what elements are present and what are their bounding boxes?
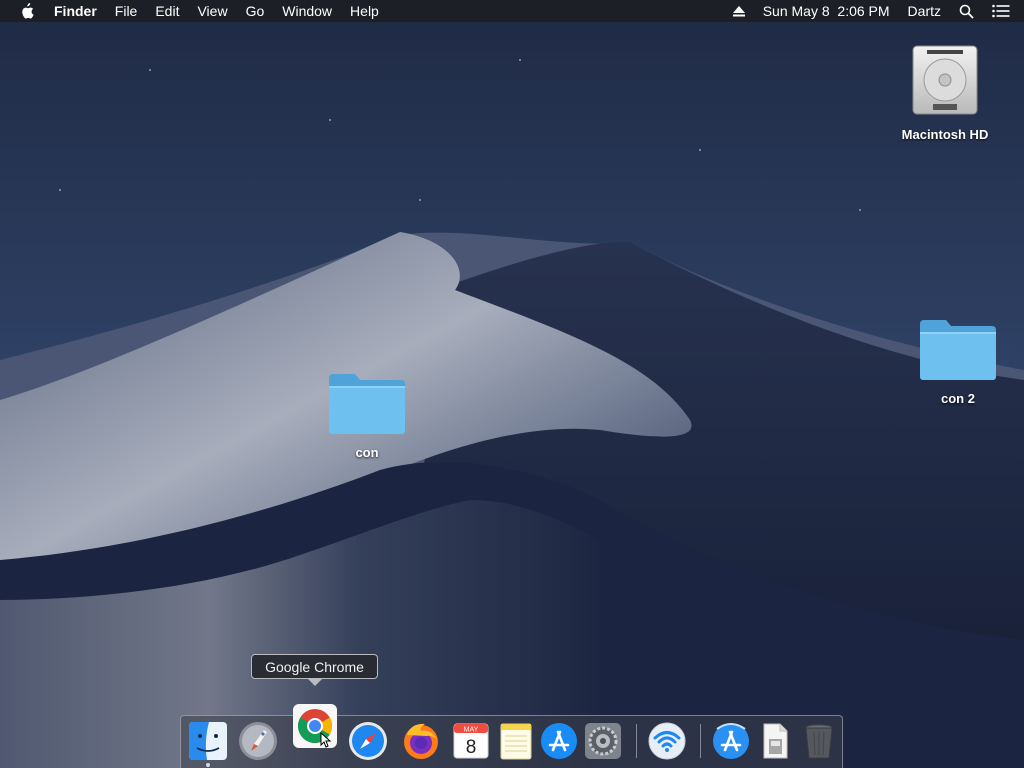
dock: MAY 8 — [180, 704, 843, 768]
apple-menu-icon[interactable] — [0, 0, 54, 22]
desktop-icon-label: con — [355, 445, 379, 460]
desktop-icon-label: con 2 — [941, 391, 975, 406]
dock-item-app-store[interactable] — [539, 721, 579, 761]
folder-icon — [920, 320, 996, 380]
dock-item-document[interactable] — [755, 721, 795, 761]
notes-icon — [500, 723, 532, 760]
mouse-cursor-icon — [320, 732, 332, 748]
clock-datetime[interactable]: Sun May 8 2:06 PM — [754, 0, 899, 22]
trash-icon — [805, 724, 833, 759]
dock-separator — [700, 724, 701, 758]
desktop: Finder File Edit View Go Window Help Sun… — [0, 0, 1024, 768]
eject-icon[interactable] — [724, 5, 754, 17]
wifi-icon — [648, 722, 686, 760]
dock-item-trash[interactable] — [799, 721, 839, 761]
dock-item-launchpad[interactable] — [238, 721, 278, 761]
calendar-month: MAY — [464, 727, 479, 734]
folder-icon — [329, 374, 405, 434]
launchpad-icon — [239, 722, 277, 760]
calendar-icon: MAY 8 — [453, 723, 489, 759]
dock-item-calendar[interactable]: MAY 8 — [451, 721, 491, 761]
menu-edit[interactable]: Edit — [146, 0, 188, 22]
firefox-icon — [404, 723, 438, 759]
dock-item-safari[interactable] — [348, 721, 388, 761]
running-indicator — [206, 763, 210, 767]
hard-drive-icon — [912, 45, 978, 115]
menu-bar-status: Sun May 8 2:06 PM Dartz — [724, 0, 1024, 22]
dock-item-google-chrome[interactable] — [293, 704, 337, 748]
menu-file[interactable]: File — [106, 0, 147, 22]
menu-go[interactable]: Go — [237, 0, 274, 22]
finder-icon — [189, 722, 227, 760]
menu-view[interactable]: View — [188, 0, 236, 22]
dock-item-finder[interactable] — [188, 721, 228, 761]
wallpaper-dunes — [0, 0, 1024, 768]
apple-logo-icon — [22, 3, 34, 19]
desktop-icon-label: Macintosh HD — [901, 127, 989, 142]
spotlight-search-icon[interactable] — [950, 4, 983, 19]
app-store-icon — [541, 723, 577, 759]
menu-bar: Finder File Edit View Go Window Help Sun… — [0, 0, 1024, 22]
desktop-icon-macintosh-hd[interactable]: Macintosh HD — [890, 42, 1000, 142]
dock-tooltip: Google Chrome — [251, 654, 378, 679]
dock-item-wireless-diagnostics[interactable] — [647, 721, 687, 761]
desktop-icon-con[interactable]: con — [317, 372, 417, 460]
dock-item-notes[interactable] — [496, 721, 536, 761]
safari-icon — [349, 722, 387, 760]
menu-help[interactable]: Help — [341, 0, 388, 22]
dock-item-system-preferences[interactable] — [583, 721, 623, 761]
dock-item-applications[interactable] — [711, 721, 751, 761]
dock-tooltip-arrow — [307, 678, 323, 686]
dock-separator — [636, 724, 637, 758]
notification-center-icon[interactable] — [983, 4, 1024, 18]
dock-item-firefox[interactable] — [401, 721, 441, 761]
desktop-icon-con-2[interactable]: con 2 — [908, 318, 1008, 406]
menu-window[interactable]: Window — [273, 0, 341, 22]
system-preferences-icon — [585, 723, 621, 759]
document-icon — [763, 723, 788, 759]
menu-bar-left: Finder File Edit View Go Window Help — [0, 0, 388, 22]
calendar-day: 8 — [466, 737, 477, 758]
applications-folder-icon — [713, 723, 749, 759]
user-account-menu[interactable]: Dartz — [899, 0, 950, 22]
menu-app-finder[interactable]: Finder — [54, 0, 106, 22]
